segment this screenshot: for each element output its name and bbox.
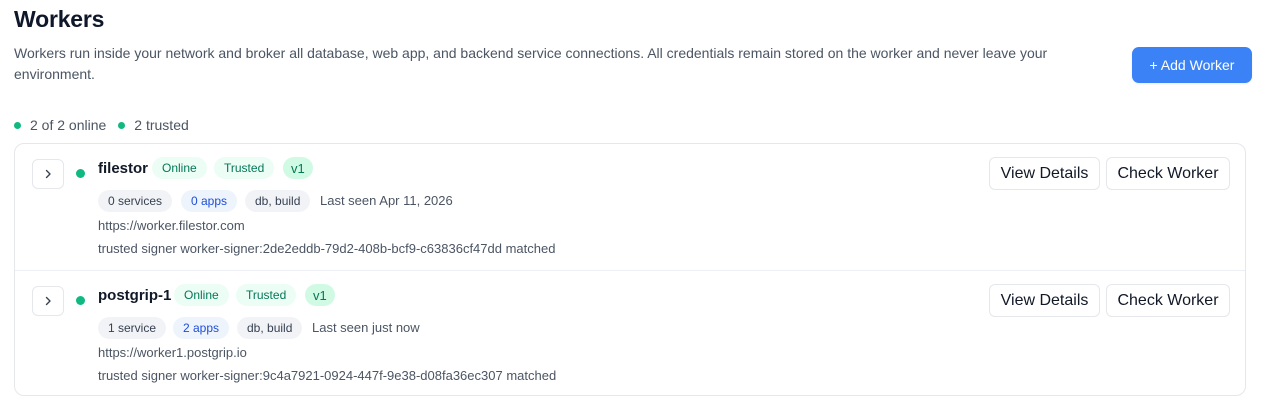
page-title: Workers — [14, 6, 105, 32]
check-worker-button[interactable]: Check Worker — [1106, 157, 1230, 190]
worker-row: filestor Online Trusted v1 0 services 0 … — [15, 144, 1245, 270]
chevron-right-icon — [45, 296, 51, 306]
trusted-signer-text: trusted signer worker-signer:2de2eddb-79… — [98, 241, 556, 256]
services-count-chip: 0 services — [98, 190, 173, 212]
last-seen: Last seen Apr 11, 2026 — [320, 193, 453, 208]
apps-count-chip: 0 apps — [181, 190, 238, 212]
view-details-button[interactable]: View Details — [989, 157, 1100, 190]
trusted-status-dot — [118, 121, 126, 129]
expand-button[interactable] — [32, 286, 64, 316]
online-status-dot — [76, 169, 85, 178]
trust-badge: Trusted — [236, 284, 297, 306]
page-description: Workers run inside your network and brok… — [14, 45, 1048, 82]
expand-button[interactable] — [32, 159, 64, 189]
check-worker-button[interactable]: Check Worker — [1106, 284, 1230, 317]
worker-list: filestor Online Trusted v1 0 services 0 … — [14, 143, 1246, 396]
status-badge: Online — [174, 284, 229, 306]
online-status-dot — [76, 296, 85, 305]
worker-name: filestor — [98, 160, 149, 177]
worker-url: https://worker.filestor.com — [98, 218, 245, 233]
worker-row: postgrip-1 Online Trusted v1 1 service 2… — [15, 270, 1245, 395]
worker-summary: 2 of 2 online 2 trusted — [14, 117, 201, 133]
worker-name: postgrip-1 — [98, 287, 172, 304]
add-worker-button[interactable]: + Add Worker — [1132, 47, 1252, 83]
online-count: 2 of 2 online — [30, 117, 107, 133]
tags-chip: db, build — [245, 190, 311, 212]
last-seen: Last seen just now — [312, 320, 420, 335]
chevron-right-icon — [45, 169, 51, 179]
version-badge: v1 — [305, 284, 335, 306]
worker-url: https://worker1.postgrip.io — [98, 345, 247, 360]
trusted-signer-text: trusted signer worker-signer:9c4a7921-09… — [98, 368, 557, 383]
apps-count-chip: 2 apps — [173, 317, 230, 339]
version-badge: v1 — [283, 157, 313, 179]
services-count-chip: 1 service — [98, 317, 167, 339]
trust-badge: Trusted — [214, 157, 275, 179]
view-details-button[interactable]: View Details — [989, 284, 1100, 317]
tags-chip: db, build — [237, 317, 303, 339]
trusted-count: 2 trusted — [134, 117, 189, 133]
status-badge: Online — [152, 157, 207, 179]
online-status-dot — [14, 121, 21, 129]
